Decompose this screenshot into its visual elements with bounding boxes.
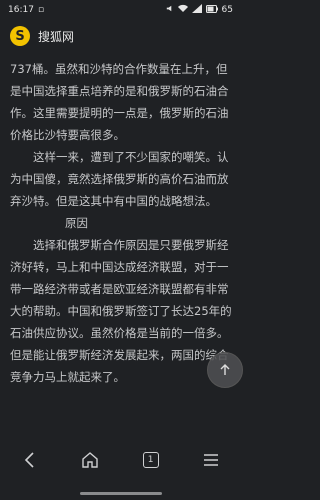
- sohu-logo-icon: S: [10, 26, 30, 46]
- site-header[interactable]: S 搜狐网: [0, 22, 241, 50]
- home-indicator[interactable]: [80, 492, 162, 495]
- menu-icon: [203, 454, 218, 466]
- back-button[interactable]: [10, 440, 50, 480]
- status-left: 16:17 ▫: [8, 5, 44, 15]
- chevron-left-icon: [24, 452, 34, 468]
- site-name: 搜狐网: [38, 29, 75, 44]
- battery-level: 65: [221, 5, 233, 15]
- scroll-to-top-button[interactable]: [207, 352, 243, 388]
- paragraph-1: 737桶。虽然和沙特的合作数量在上升，但是中国选择重点培养的是和俄罗斯的石油合作…: [10, 62, 229, 142]
- arrow-up-icon: [220, 364, 230, 375]
- wifi-icon: [177, 4, 188, 16]
- paragraph-3: 选择和俄罗斯合作原因是只要俄罗斯经济好转，马上和中国达成经济联盟，对于一带一路经…: [10, 238, 232, 384]
- home-button[interactable]: [70, 440, 110, 480]
- status-bar: 16:17 ▫ 65: [0, 0, 241, 20]
- battery-icon: [205, 4, 218, 16]
- menu-button[interactable]: [191, 440, 231, 480]
- paragraph-2: 这样一来，遭到了不少国家的嘲笑。认为中国傻，竟然选择俄罗斯的高价石油而放弃沙特。…: [10, 150, 229, 208]
- mute-icon: [165, 4, 174, 16]
- status-time: 16:17: [8, 5, 34, 15]
- signal-icon: [191, 4, 202, 16]
- tab-count: 1: [142, 452, 159, 468]
- tabs-button[interactable]: 1: [131, 440, 171, 480]
- status-right: 65: [165, 4, 233, 16]
- article-body: 737桶。虽然和沙特的合作数量在上升，但是中国选择重点培养的是和俄罗斯的石油合作…: [10, 58, 234, 388]
- section-title: 原因: [65, 216, 88, 230]
- bottom-navigation: 1: [0, 440, 241, 480]
- notification-icon: ▫: [37, 5, 45, 15]
- home-icon: [82, 452, 99, 468]
